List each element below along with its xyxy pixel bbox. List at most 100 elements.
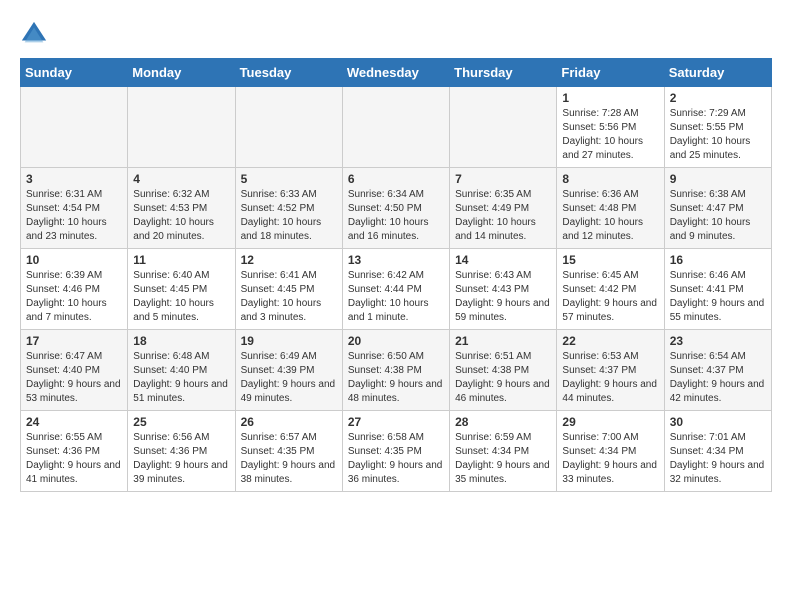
day-number: 12 <box>241 253 337 267</box>
day-number: 16 <box>670 253 766 267</box>
calendar-day-cell: 17 Sunrise: 6:47 AM Sunset: 4:40 PM Dayli… <box>21 330 128 411</box>
calendar-day-cell: 27 Sunrise: 6:58 AM Sunset: 4:35 PM Dayli… <box>342 411 449 492</box>
day-number: 24 <box>26 415 122 429</box>
calendar-day-cell <box>342 87 449 168</box>
day-info: Sunrise: 6:56 AM Sunset: 4:36 PM Dayligh… <box>133 431 229 487</box>
day-number: 19 <box>241 334 337 348</box>
calendar-table: SundayMondayTuesdayWednesdayThursdayFrid… <box>20 58 772 492</box>
day-number: 4 <box>133 172 229 186</box>
day-info: Sunrise: 6:41 AM Sunset: 4:45 PM Dayligh… <box>241 269 337 325</box>
calendar-day-cell: 28 Sunrise: 6:59 AM Sunset: 4:34 PM Dayli… <box>450 411 557 492</box>
day-info: Sunrise: 6:59 AM Sunset: 4:34 PM Dayligh… <box>455 431 551 487</box>
day-info: Sunrise: 6:47 AM Sunset: 4:40 PM Dayligh… <box>26 350 122 406</box>
day-info: Sunrise: 6:40 AM Sunset: 4:45 PM Dayligh… <box>133 269 229 325</box>
day-number: 17 <box>26 334 122 348</box>
day-info: Sunrise: 6:50 AM Sunset: 4:38 PM Dayligh… <box>348 350 444 406</box>
calendar-day-cell: 3 Sunrise: 6:31 AM Sunset: 4:54 PM Daylig… <box>21 168 128 249</box>
calendar-header-cell: Monday <box>128 59 235 87</box>
calendar-header-cell: Wednesday <box>342 59 449 87</box>
day-number: 10 <box>26 253 122 267</box>
calendar-day-cell: 20 Sunrise: 6:50 AM Sunset: 4:38 PM Dayli… <box>342 330 449 411</box>
day-number: 28 <box>455 415 551 429</box>
day-info: Sunrise: 6:55 AM Sunset: 4:36 PM Dayligh… <box>26 431 122 487</box>
calendar-day-cell: 12 Sunrise: 6:41 AM Sunset: 4:45 PM Dayli… <box>235 249 342 330</box>
calendar-day-cell: 2Sunrise: 7:29 AM Sunset: 5:55 PM Daylig… <box>664 87 771 168</box>
calendar-day-cell: 1 Sunrise: 7:28 AM Sunset: 5:56 PM Daylig… <box>557 87 664 168</box>
day-number: 22 <box>562 334 658 348</box>
day-number: 1 <box>562 91 658 105</box>
calendar-header-row: SundayMondayTuesdayWednesdayThursdayFrid… <box>21 59 772 87</box>
day-info: Sunrise: 6:43 AM Sunset: 4:43 PM Dayligh… <box>455 269 551 325</box>
day-info: Sunrise: 7:28 AM Sunset: 5:56 PM Dayligh… <box>562 107 658 163</box>
calendar-header-cell: Sunday <box>21 59 128 87</box>
day-number: 25 <box>133 415 229 429</box>
day-number: 2 <box>670 91 766 105</box>
day-number: 7 <box>455 172 551 186</box>
day-number: 3 <box>26 172 122 186</box>
day-info: Sunrise: 7:01 AM Sunset: 4:34 PM Dayligh… <box>670 431 766 487</box>
day-info: Sunrise: 6:34 AM Sunset: 4:50 PM Dayligh… <box>348 188 444 244</box>
day-number: 8 <box>562 172 658 186</box>
calendar-day-cell: 5 Sunrise: 6:33 AM Sunset: 4:52 PM Daylig… <box>235 168 342 249</box>
calendar-day-cell: 16 Sunrise: 6:46 AM Sunset: 4:41 PM Dayli… <box>664 249 771 330</box>
day-info: Sunrise: 7:00 AM Sunset: 4:34 PM Dayligh… <box>562 431 658 487</box>
day-info: Sunrise: 6:32 AM Sunset: 4:53 PM Dayligh… <box>133 188 229 244</box>
calendar-header-cell: Saturday <box>664 59 771 87</box>
day-number: 15 <box>562 253 658 267</box>
day-info: Sunrise: 6:49 AM Sunset: 4:39 PM Dayligh… <box>241 350 337 406</box>
day-info: Sunrise: 6:39 AM Sunset: 4:46 PM Dayligh… <box>26 269 122 325</box>
calendar-day-cell: 22 Sunrise: 6:53 AM Sunset: 4:37 PM Dayli… <box>557 330 664 411</box>
day-info: Sunrise: 6:31 AM Sunset: 4:54 PM Dayligh… <box>26 188 122 244</box>
calendar-day-cell: 29 Sunrise: 7:00 AM Sunset: 4:34 PM Dayli… <box>557 411 664 492</box>
day-number: 26 <box>241 415 337 429</box>
calendar-day-cell: 24 Sunrise: 6:55 AM Sunset: 4:36 PM Dayli… <box>21 411 128 492</box>
page-header <box>20 20 772 48</box>
day-info: Sunrise: 6:38 AM Sunset: 4:47 PM Dayligh… <box>670 188 766 244</box>
calendar-day-cell <box>128 87 235 168</box>
logo <box>20 20 52 48</box>
day-number: 23 <box>670 334 766 348</box>
day-info: Sunrise: 6:53 AM Sunset: 4:37 PM Dayligh… <box>562 350 658 406</box>
calendar-day-cell: 26 Sunrise: 6:57 AM Sunset: 4:35 PM Dayli… <box>235 411 342 492</box>
day-number: 14 <box>455 253 551 267</box>
day-number: 5 <box>241 172 337 186</box>
day-number: 20 <box>348 334 444 348</box>
day-info: Sunrise: 6:58 AM Sunset: 4:35 PM Dayligh… <box>348 431 444 487</box>
calendar-day-cell: 21 Sunrise: 6:51 AM Sunset: 4:38 PM Dayli… <box>450 330 557 411</box>
calendar-week-row: 24 Sunrise: 6:55 AM Sunset: 4:36 PM Dayli… <box>21 411 772 492</box>
day-number: 29 <box>562 415 658 429</box>
calendar-day-cell: 11 Sunrise: 6:40 AM Sunset: 4:45 PM Dayli… <box>128 249 235 330</box>
calendar-week-row: 10 Sunrise: 6:39 AM Sunset: 4:46 PM Dayli… <box>21 249 772 330</box>
calendar-day-cell: 25 Sunrise: 6:56 AM Sunset: 4:36 PM Dayli… <box>128 411 235 492</box>
calendar-day-cell: 19 Sunrise: 6:49 AM Sunset: 4:39 PM Dayli… <box>235 330 342 411</box>
day-info: Sunrise: 6:35 AM Sunset: 4:49 PM Dayligh… <box>455 188 551 244</box>
calendar-day-cell: 18 Sunrise: 6:48 AM Sunset: 4:40 PM Dayli… <box>128 330 235 411</box>
calendar-day-cell: 14 Sunrise: 6:43 AM Sunset: 4:43 PM Dayli… <box>450 249 557 330</box>
day-number: 13 <box>348 253 444 267</box>
calendar-day-cell: 4 Sunrise: 6:32 AM Sunset: 4:53 PM Daylig… <box>128 168 235 249</box>
day-info: Sunrise: 6:46 AM Sunset: 4:41 PM Dayligh… <box>670 269 766 325</box>
calendar-week-row: 1 Sunrise: 7:28 AM Sunset: 5:56 PM Daylig… <box>21 87 772 168</box>
day-info: Sunrise: 6:57 AM Sunset: 4:35 PM Dayligh… <box>241 431 337 487</box>
calendar-day-cell: 9Sunrise: 6:38 AM Sunset: 4:47 PM Daylig… <box>664 168 771 249</box>
calendar-day-cell: 8 Sunrise: 6:36 AM Sunset: 4:48 PM Daylig… <box>557 168 664 249</box>
day-number: 30 <box>670 415 766 429</box>
calendar-day-cell: 15 Sunrise: 6:45 AM Sunset: 4:42 PM Dayli… <box>557 249 664 330</box>
day-info: Sunrise: 6:36 AM Sunset: 4:48 PM Dayligh… <box>562 188 658 244</box>
day-number: 27 <box>348 415 444 429</box>
day-info: Sunrise: 6:45 AM Sunset: 4:42 PM Dayligh… <box>562 269 658 325</box>
calendar-week-row: 3 Sunrise: 6:31 AM Sunset: 4:54 PM Daylig… <box>21 168 772 249</box>
day-info: Sunrise: 6:48 AM Sunset: 4:40 PM Dayligh… <box>133 350 229 406</box>
calendar-day-cell: 23Sunrise: 6:54 AM Sunset: 4:37 PM Dayli… <box>664 330 771 411</box>
day-number: 21 <box>455 334 551 348</box>
calendar-day-cell: 30 Sunrise: 7:01 AM Sunset: 4:34 PM Dayli… <box>664 411 771 492</box>
calendar-header-cell: Friday <box>557 59 664 87</box>
day-number: 18 <box>133 334 229 348</box>
calendar-header-cell: Tuesday <box>235 59 342 87</box>
calendar-day-cell <box>235 87 342 168</box>
day-info: Sunrise: 6:51 AM Sunset: 4:38 PM Dayligh… <box>455 350 551 406</box>
calendar-body: 1 Sunrise: 7:28 AM Sunset: 5:56 PM Daylig… <box>21 87 772 492</box>
calendar-day-cell: 10 Sunrise: 6:39 AM Sunset: 4:46 PM Dayli… <box>21 249 128 330</box>
day-info: Sunrise: 6:33 AM Sunset: 4:52 PM Dayligh… <box>241 188 337 244</box>
day-number: 11 <box>133 253 229 267</box>
